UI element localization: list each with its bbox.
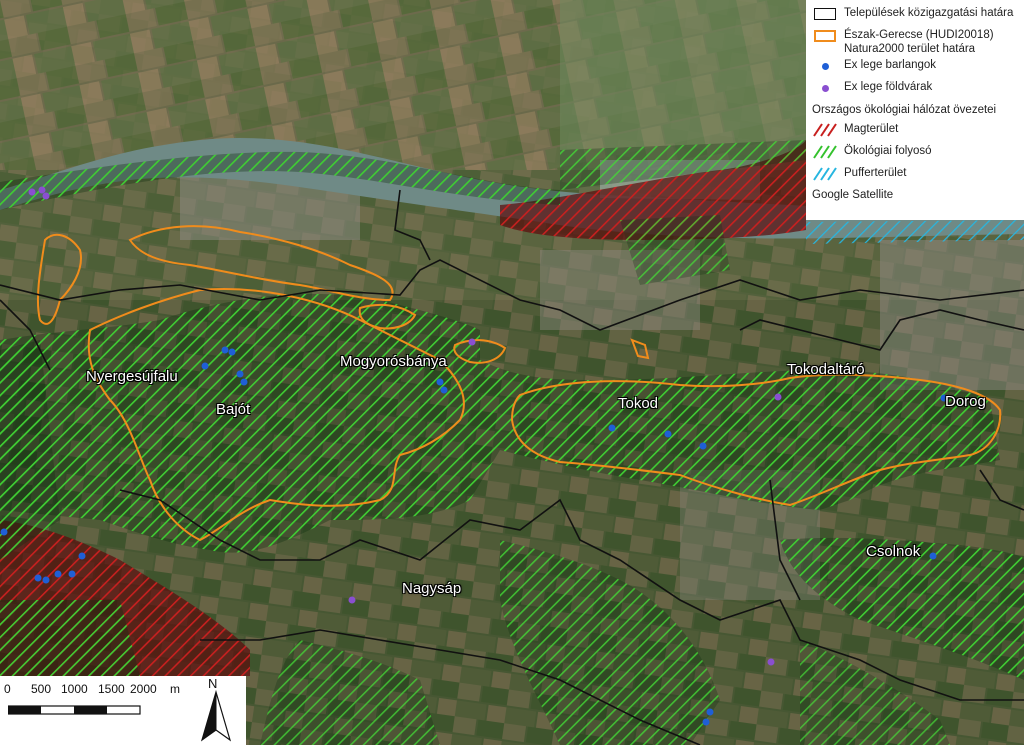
legend-label: Települések közigazgatási határa [844, 7, 1014, 19]
green-hatch-icon [812, 144, 838, 160]
scale-tick-label: 500 [31, 682, 52, 696]
legend-item-caves: Ex lege barlangok [812, 58, 1020, 78]
place-label-bajot: Bajót [216, 401, 251, 418]
legend-item-buffer-zone: Pufferterület [812, 166, 1020, 186]
legend-label: Magterület [844, 123, 899, 135]
legend-label: Pufferterület [844, 167, 907, 179]
place-label-tokodaltaro: Tokodaltáró [787, 361, 865, 378]
red-hatch-icon [812, 122, 838, 138]
north-label: N [208, 676, 218, 691]
orange-outline-box-icon [812, 28, 838, 44]
scale-tick-label: 0 [4, 682, 11, 696]
legend-item-basemap: Google Satellite [812, 188, 1020, 208]
cyan-hatch-icon [812, 166, 838, 182]
legend-item-municipal-boundary: Települések közigazgatási határa [812, 6, 1020, 26]
legend-item-core-zone: Magterület [812, 122, 1020, 142]
scale-tick-label: 1500 [98, 682, 125, 696]
legend-label: Észak-Gerecse (HUDI20018) Natura2000 ter… [844, 29, 994, 55]
blue-dot-icon [812, 58, 838, 74]
legend-heading: Országos ökológiai hálózat övezetei [812, 104, 997, 116]
basemap-label: Google Satellite [812, 189, 894, 201]
place-label-mogyorosbanya: Mogyorósbánya [340, 353, 447, 370]
legend-label: Ex lege földvárak [844, 81, 933, 93]
legend-label: Ökológiai folyosó [844, 145, 932, 157]
scale-bar-icon [8, 705, 141, 715]
scale-bar-panel: 0 500 1000 1500 2000 m N [0, 676, 246, 745]
map-legend: Települések közigazgatási határa Észak-G… [806, 0, 1024, 220]
place-label-csolnok: Csolnok [866, 543, 921, 560]
scale-tick-label: 1000 [61, 682, 88, 696]
north-arrow-icon [200, 690, 232, 742]
place-label-nagysap: Nagysáp [402, 580, 462, 597]
scale-unit-label: m [170, 682, 180, 696]
legend-item-natura2000-boundary: Észak-Gerecse (HUDI20018) Natura2000 ter… [812, 28, 1020, 56]
place-label-nyergesujfalu: Nyergesújfalu [86, 368, 178, 385]
legend-item-earthworks: Ex lege földvárak [812, 80, 1020, 100]
place-label-tokod: Tokod [618, 395, 659, 412]
legend-item-corridor-zone: Ökológiai folyosó [812, 144, 1020, 164]
legend-label: Ex lege barlangok [844, 59, 937, 71]
black-outline-box-icon [812, 6, 838, 22]
purple-dot-icon [812, 80, 838, 96]
scale-tick-label: 2000 [130, 682, 157, 696]
place-label-dorog: Dorog [945, 393, 986, 410]
